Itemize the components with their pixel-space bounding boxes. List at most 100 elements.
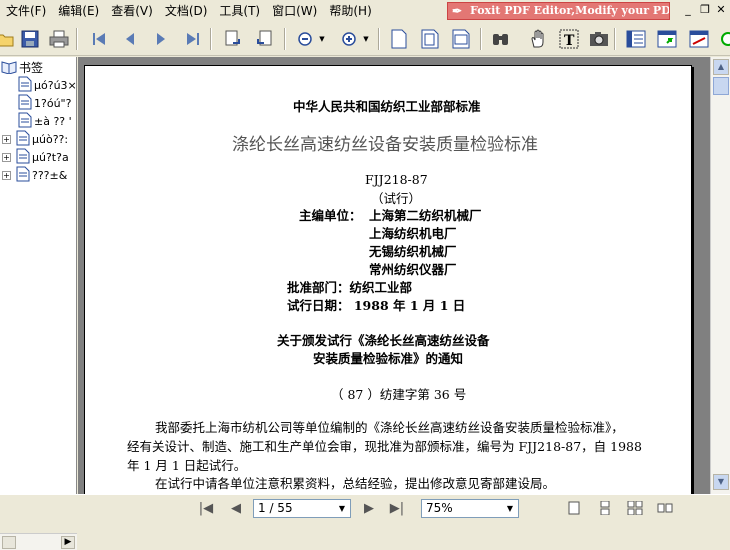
print-icon[interactable] [48, 28, 70, 50]
scrollbar-thumb[interactable] [713, 77, 729, 95]
doc-org: 中华人民共和国纺织工业部部标准 [293, 99, 481, 114]
doc-notice-title: 安装质量检验标准》的通知 [313, 351, 464, 366]
prev-page-icon[interactable] [119, 28, 141, 50]
thumbnails-panel-icon[interactable] [656, 28, 678, 50]
menu-view[interactable]: 查看(V) [105, 1, 159, 21]
find-binoculars-icon[interactable] [490, 28, 512, 50]
expand-plus-icon[interactable]: + [2, 170, 11, 180]
last-page-icon[interactable]: ▶| [389, 500, 405, 518]
last-page-icon[interactable] [182, 28, 204, 50]
close-icon[interactable]: ✕ [713, 3, 729, 18]
chevron-down-icon[interactable]: ▼ [503, 501, 517, 516]
open-folder-icon[interactable] [0, 28, 16, 50]
toolbar-separator [210, 28, 212, 50]
bookmarks-sidebar: 书签 µó?ú3× 1?óú"? ±à ?? ' + µúò??: + µú?t… [0, 57, 77, 550]
scroll-right-icon[interactable]: ▶ [61, 536, 75, 549]
back-view-icon[interactable] [222, 28, 244, 50]
bookmark-root-label: 书签 [19, 60, 44, 75]
bookmark-root[interactable]: 书签 [1, 58, 43, 76]
doc-code: FJJ218-87 [365, 172, 428, 187]
expand-plus-icon[interactable]: + [2, 134, 11, 144]
doc-editor: 无锡纺织机械厂 [369, 244, 457, 259]
page-number-value: 1 / 55 [258, 501, 293, 515]
expand-plus-icon[interactable]: + [2, 152, 11, 162]
scrollbar-thumb[interactable] [2, 536, 16, 549]
bookmark-label: µó?ú3× [34, 78, 77, 92]
promo-banner[interactable]: ✒ Foxit PDF Editor,Modify your PDF! [447, 2, 670, 20]
menu-edit[interactable]: 编辑(E) [52, 1, 105, 21]
sidebar-horizontal-scrollbar[interactable]: ▶ [0, 533, 77, 550]
bookmark-label: ±à ?? ' [34, 114, 72, 128]
chevron-down-icon[interactable]: ▼ [335, 501, 349, 516]
actual-size-icon[interactable] [388, 28, 410, 50]
scroll-down-icon[interactable]: ▼ [713, 474, 729, 490]
snapshot-camera-icon[interactable] [588, 28, 610, 50]
zoom-out-icon[interactable] [294, 28, 316, 50]
toolbar-overflow-icon[interactable] [718, 28, 730, 50]
bookmark-label: µúò??: [32, 132, 69, 146]
document-vertical-scrollbar[interactable]: ▲ ▼ [710, 57, 730, 494]
facing-view-icon[interactable] [627, 500, 643, 516]
page-icon [18, 76, 32, 95]
page-icon [16, 166, 30, 185]
menu-help[interactable]: 帮助(H) [323, 1, 377, 21]
zoom-value: 75% [426, 501, 453, 515]
continuous-view-icon[interactable] [597, 500, 613, 516]
bookmark-label: 1?óú"? [34, 96, 72, 110]
zoom-field[interactable]: 75% ▼ [421, 499, 519, 518]
doc-editor-label: 主编单位： [299, 208, 362, 223]
bookmarks-panel-icon[interactable] [625, 28, 647, 50]
toolbar-separator [614, 28, 616, 50]
minimize-icon[interactable]: _ [680, 3, 696, 18]
doc-editor: 上海第二纺织机械厂 [369, 208, 482, 223]
menu-window[interactable]: 窗口(W) [266, 1, 323, 21]
zoom-in-dropdown-icon[interactable]: ▼ [360, 28, 372, 50]
toolbar-separator [378, 28, 380, 50]
next-page-icon[interactable] [150, 28, 172, 50]
annotate-icon[interactable] [688, 28, 710, 50]
scroll-up-icon[interactable]: ▲ [713, 59, 729, 75]
first-page-icon[interactable]: |◀ [198, 500, 214, 518]
bookmark-item[interactable]: ±à ?? ' [18, 112, 72, 130]
hand-tool-icon[interactable] [527, 28, 549, 50]
promo-text: Foxit PDF Editor,Modify your PDF! [470, 4, 670, 17]
doc-body-line: 经有关设计、制造、施工和生产单位会审，现批准为部颁标准，编号为 FJJ218-8… [127, 439, 642, 454]
doc-trial-date: 试行日期： 1988 年 1 月 1 日 [287, 298, 466, 313]
doc-notice-title: 关于颁发试行《涤纶长丝高速纺丝设备 [277, 333, 490, 348]
bookmark-item[interactable]: + µúò??: [2, 130, 68, 148]
bookmark-item[interactable]: 1?óú"? [18, 94, 71, 112]
page-icon [16, 148, 30, 167]
single-page-view-icon[interactable] [566, 501, 582, 515]
svg-text:T: T [564, 33, 575, 49]
bookmark-label: µú?t?a [32, 150, 69, 164]
menu-file[interactable]: 文件(F) [0, 1, 52, 21]
bookmark-item[interactable]: µó?ú3× [18, 76, 77, 94]
doc-editor: 上海纺织机电厂 [369, 226, 457, 241]
doc-number: （ 87 ）纺建字第 36 号 [331, 387, 467, 402]
bookmark-item[interactable]: + µú?t?a [2, 148, 69, 166]
save-icon[interactable] [19, 28, 41, 50]
bookmark-label: ???±& [32, 168, 68, 182]
doc-editor: 常州纺织仪器厂 [369, 262, 457, 277]
page-number-field[interactable]: 1 / 55 ▼ [253, 499, 351, 518]
bookmark-item[interactable]: + ???±& [2, 166, 67, 184]
next-page-icon[interactable]: ▶ [362, 500, 376, 518]
fit-page-icon[interactable] [419, 28, 441, 50]
document-viewport[interactable]: 中华人民共和国纺织工业部部标准 涤纶长丝高速纺丝设备安装质量检验标准 FJJ21… [78, 57, 710, 494]
feather-icon: ✒ [452, 4, 463, 18]
menu-document[interactable]: 文档(D) [159, 1, 214, 21]
zoom-out-dropdown-icon[interactable]: ▼ [316, 28, 328, 50]
page-icon [18, 94, 32, 113]
prev-page-icon[interactable]: ◀ [229, 500, 243, 518]
forward-view-icon[interactable] [253, 28, 275, 50]
first-page-icon[interactable] [88, 28, 110, 50]
zoom-in-icon[interactable] [338, 28, 360, 50]
doc-approval: 批准部门：纺织工业部 [287, 280, 413, 295]
continuous-facing-view-icon[interactable] [657, 501, 673, 515]
pdf-page: 中华人民共和国纺织工业部部标准 涤纶长丝高速纺丝设备安装质量检验标准 FJJ21… [84, 65, 692, 494]
text-select-icon[interactable]: T [558, 28, 580, 50]
page-icon [18, 112, 32, 131]
menu-tools[interactable]: 工具(T) [213, 1, 266, 21]
restore-icon[interactable]: ❐ [697, 3, 713, 18]
fit-width-icon[interactable] [450, 28, 472, 50]
